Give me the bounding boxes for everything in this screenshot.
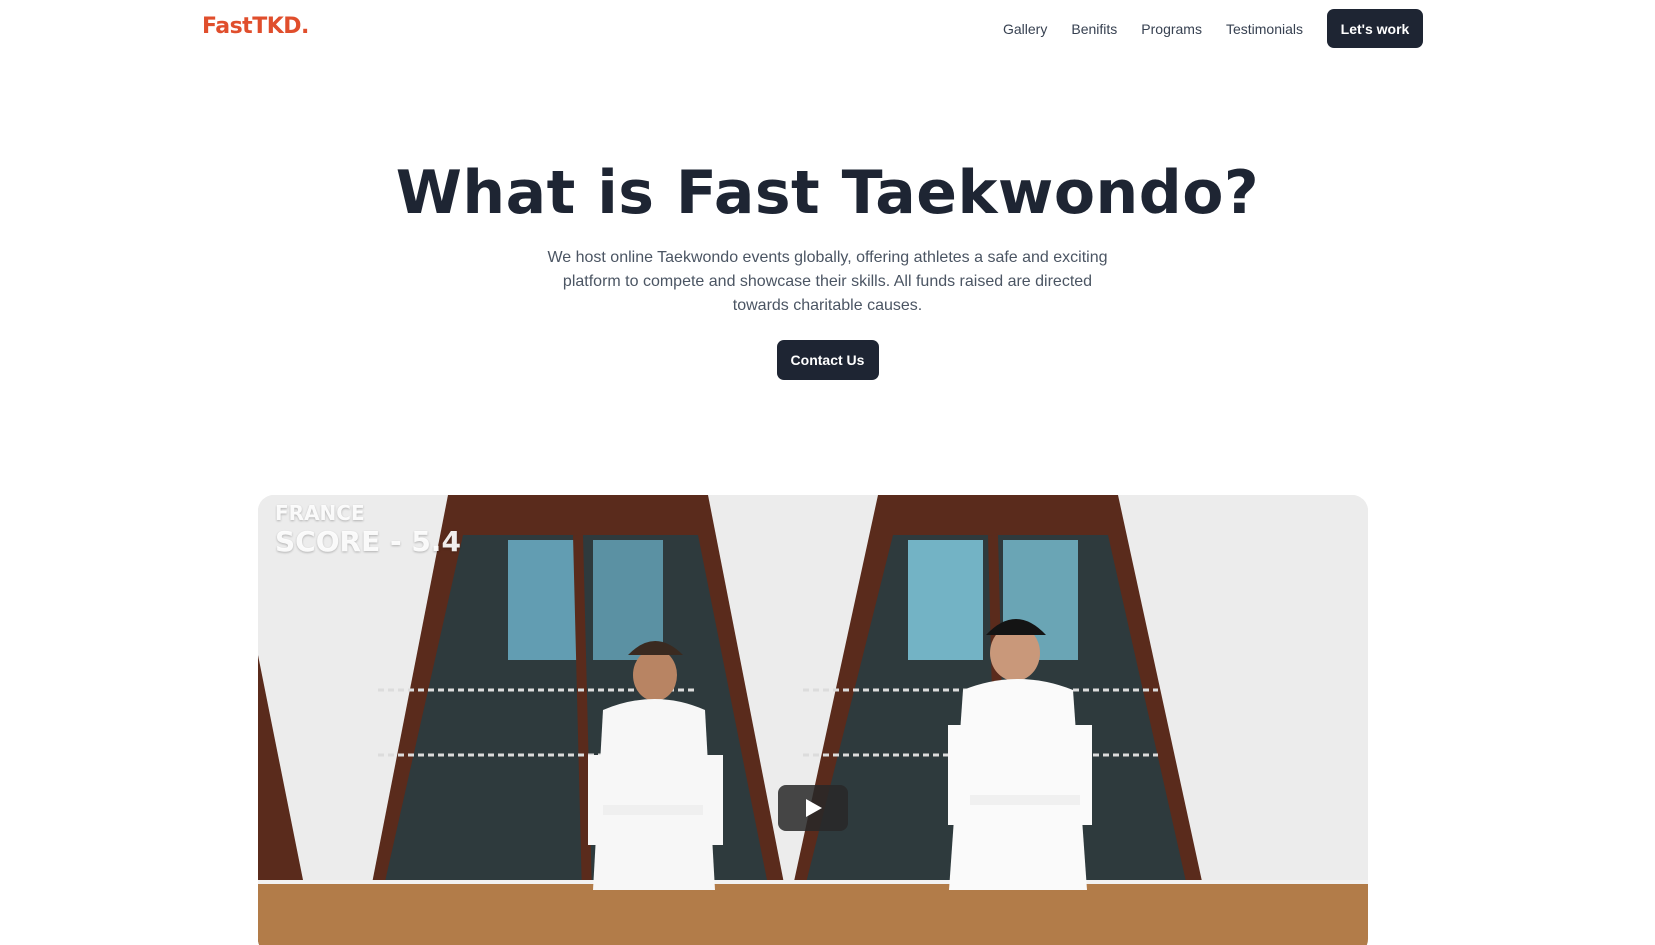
video-overlay-country: FRANCE — [275, 501, 365, 525]
nav-link-benifits[interactable]: Benifits — [1071, 21, 1117, 37]
hero-title: What is Fast Taekwondo? — [395, 158, 1260, 228]
nav-link-programs[interactable]: Programs — [1141, 21, 1202, 37]
hero-description: We host online Taekwondo events globally… — [547, 249, 1108, 314]
nav-link-gallery[interactable]: Gallery — [1003, 21, 1047, 37]
top-nav: FastTKD. Gallery Benifits Programs Testi… — [0, 0, 1655, 56]
play-button[interactable] — [778, 785, 848, 831]
nav-link-testimonials[interactable]: Testimonials — [1226, 21, 1303, 37]
play-icon — [806, 799, 822, 817]
hero-section: What is Fast Taekwondo? We host online T… — [0, 160, 1655, 380]
nav-links: Gallery Benifits Programs Testimonials L… — [979, 9, 1423, 48]
logo[interactable]: FastTKD. — [202, 14, 309, 39]
contact-us-button[interactable]: Contact Us — [776, 340, 879, 380]
video-player[interactable]: FRANCE SCORE - 5.4 — [258, 495, 1368, 945]
video-overlay-score: SCORE - 5.4 — [275, 525, 461, 558]
video-frame-image — [258, 495, 1368, 945]
lets-work-button[interactable]: Let's work — [1327, 9, 1423, 48]
